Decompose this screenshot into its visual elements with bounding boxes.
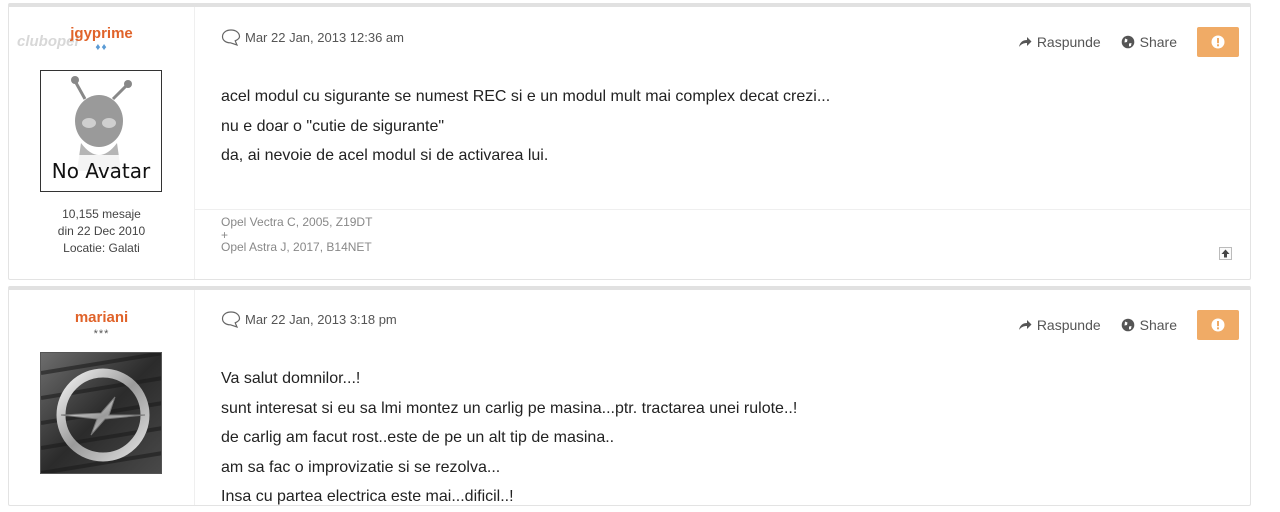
post-signature: Opel Vectra C, 2005, Z19DT + Opel Astra …: [194, 209, 1250, 279]
post-header: Mar 22 Jan, 2013 12:36 am: [221, 28, 404, 46]
reply-label: Raspunde: [1036, 34, 1101, 50]
share-button[interactable]: Share: [1121, 317, 1177, 333]
globe-icon: [1121, 35, 1134, 49]
content-line: de carlig am facut rost..este de pe un a…: [221, 429, 615, 446]
author-username[interactable]: mariani: [9, 309, 194, 326]
content-line: da, ai nevoie de acel modul si de activa…: [221, 147, 549, 164]
share-button[interactable]: Share: [1121, 34, 1177, 50]
author-rank: ***: [93, 328, 110, 340]
post-count: 10,155 mesaje: [62, 207, 141, 221]
globe-icon: [1121, 318, 1134, 332]
post-actions: Raspunde Share: [1018, 310, 1239, 340]
opel-logo-image: [41, 353, 161, 473]
content-line: nu e doar o "cutie de sigurante": [221, 117, 445, 135]
author-rank: ♦♦: [95, 42, 108, 53]
report-button[interactable]: [1197, 310, 1239, 340]
signature-line: Opel Astra J, 2017, B14NET: [221, 240, 372, 254]
speech-bubble-icon: [221, 311, 241, 328]
reply-arrow-icon: [1018, 320, 1032, 330]
author-username[interactable]: jgyprime: [9, 25, 194, 42]
author-profile: clubopel jgyprime ♦♦ No Avatar 10,155 me…: [9, 7, 195, 279]
arrow-up-icon: [1221, 249, 1230, 258]
no-avatar-image: No Avatar: [41, 71, 161, 191]
post-date[interactable]: Mar 22 Jan, 2013 3:18 pm: [245, 312, 397, 327]
reply-button[interactable]: Raspunde: [1018, 317, 1101, 333]
author-profile: mariani ***: [9, 290, 195, 505]
signature-line: Opel Vectra C, 2005, Z19DT: [221, 215, 373, 229]
exclamation-icon: [1211, 318, 1225, 332]
avatar[interactable]: [40, 352, 162, 474]
speech-bubble-icon: [221, 29, 241, 46]
reply-arrow-icon: [1018, 37, 1032, 47]
join-date: din 22 Dec 2010: [57, 224, 146, 238]
content-line: am sa fac o improvizatie si se rezolva..…: [221, 458, 501, 476]
signature-line: +: [221, 228, 229, 242]
reply-button[interactable]: Raspunde: [1018, 34, 1101, 50]
post-actions: Raspunde Share: [1018, 27, 1239, 57]
post-header: Mar 22 Jan, 2013 3:18 pm: [221, 310, 397, 328]
author-stats: 10,155 mesaje din 22 Dec 2010 Locatie: G…: [9, 206, 194, 257]
back-to-top-button[interactable]: [1219, 247, 1232, 260]
content-line: Va salut domnilor...!: [221, 370, 361, 387]
content-line: sunt interesat si eu sa lmi montez un ca…: [221, 399, 798, 417]
content-line: Insa cu partea electrica este mai...difi…: [221, 488, 514, 505]
forum-post: mariani *** Mar 22 Jan, 2013 3:18 pm Ras…: [8, 286, 1251, 506]
forum-post: clubopel jgyprime ♦♦ No Avatar 10,155 me…: [8, 3, 1251, 280]
report-button[interactable]: [1197, 27, 1239, 57]
avatar-label: No Avatar: [52, 159, 151, 183]
location: Locatie: Galati: [63, 241, 140, 255]
post-date[interactable]: Mar 22 Jan, 2013 12:36 am: [245, 30, 404, 45]
content-line: acel modul cu sigurante se numest REC si…: [221, 88, 831, 105]
share-label: Share: [1139, 34, 1177, 50]
reply-label: Raspunde: [1036, 317, 1101, 333]
post-content: acel modul cu sigurante se numest REC si…: [221, 82, 830, 171]
avatar[interactable]: No Avatar: [40, 70, 162, 192]
exclamation-icon: [1211, 35, 1225, 49]
share-label: Share: [1139, 317, 1177, 333]
post-content: Va salut domnilor...! sunt interesat si …: [221, 364, 797, 512]
